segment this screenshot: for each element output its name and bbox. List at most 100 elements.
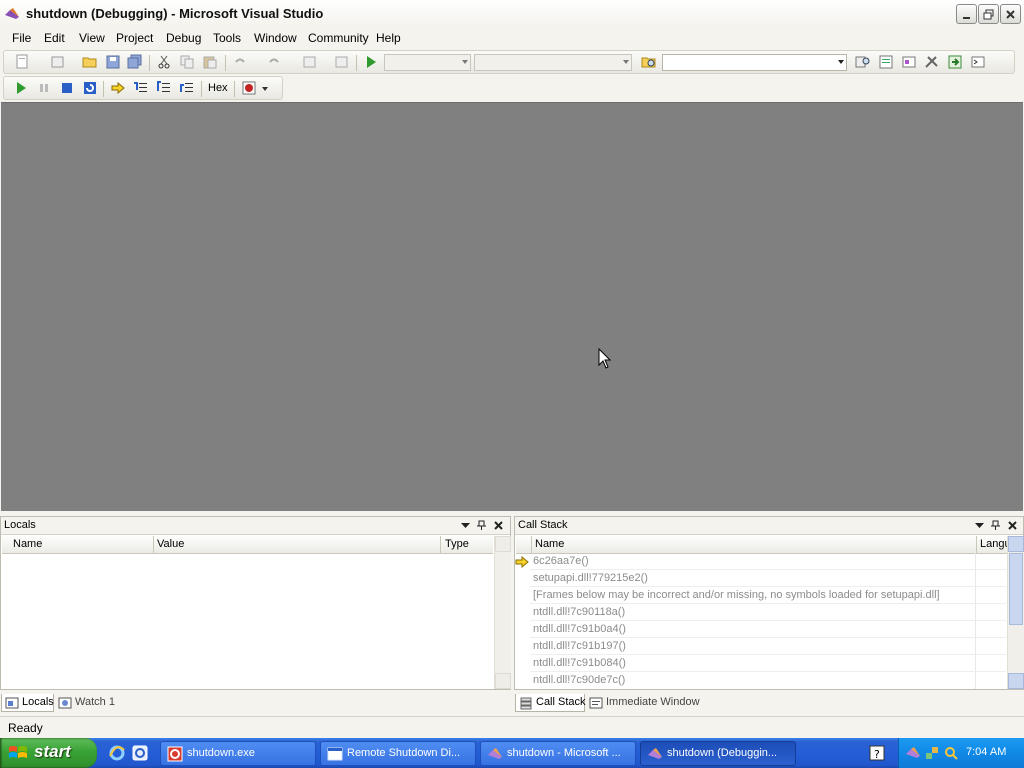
menu-window[interactable]: Window <box>254 31 297 45</box>
network-tray-icon[interactable] <box>924 745 940 761</box>
column-language[interactable]: Langu <box>980 538 1011 550</box>
toolbox-icon[interactable] <box>924 54 940 70</box>
tab-label: Watch 1 <box>75 696 115 708</box>
menu-view[interactable]: View <box>79 31 105 45</box>
task-label: Remote Shutdown Di... <box>347 747 461 759</box>
scroll-up-button[interactable] <box>1008 536 1024 552</box>
window-position-dropdown-icon[interactable] <box>974 520 985 531</box>
start-page-icon[interactable] <box>947 54 963 70</box>
properties-window-icon[interactable] <box>878 54 894 70</box>
navigate-backward-icon[interactable] <box>302 54 318 70</box>
visual-studio-icon <box>488 748 502 759</box>
step-over-icon[interactable] <box>156 80 172 96</box>
tab-label: Call Stack <box>536 696 586 708</box>
auto-hide-pin-icon[interactable] <box>990 520 1001 531</box>
column-name[interactable]: Name <box>535 538 564 550</box>
column-divider[interactable] <box>976 536 977 553</box>
call-stack-row[interactable]: ntdll.dll!7c91b084() <box>533 655 626 672</box>
tab-locals[interactable]: Locals <box>1 694 54 712</box>
locals-vertical-scrollbar[interactable] <box>494 536 511 689</box>
solution-configuration-dropdown[interactable] <box>384 54 471 71</box>
step-out-icon[interactable] <box>179 80 195 96</box>
show-next-statement-icon[interactable] <box>110 80 126 96</box>
close-icon[interactable] <box>493 520 504 531</box>
find-in-files-icon[interactable] <box>641 54 657 70</box>
redo-icon[interactable] <box>266 54 282 70</box>
column-name[interactable]: Name <box>13 538 42 550</box>
tab-watch-1[interactable]: Watch 1 <box>55 694 125 712</box>
tab-immediate-window[interactable]: Immediate Window <box>586 694 702 712</box>
column-divider[interactable] <box>440 536 441 553</box>
column-divider[interactable] <box>153 536 154 553</box>
call-stack-row[interactable]: ntdll.dll!7c90de7c() <box>533 672 625 689</box>
restore-button[interactable] <box>978 4 999 24</box>
call-stack-row[interactable]: ntdll.dll!7c91b197() <box>533 638 626 655</box>
taskbar-button-vs-debugging[interactable]: shutdown (Debuggin... <box>640 741 796 766</box>
scroll-down-button[interactable] <box>1008 673 1024 689</box>
help-icon[interactable]: ? <box>868 744 886 762</box>
taskbar-button-shutdown-exe[interactable]: shutdown.exe <box>160 741 316 766</box>
menu-help[interactable]: Help <box>376 31 401 45</box>
window-position-dropdown-icon[interactable] <box>460 520 471 531</box>
menu-file[interactable]: File <box>12 31 31 45</box>
step-into-icon[interactable] <box>133 80 149 96</box>
save-all-icon[interactable] <box>127 54 143 70</box>
menu-debug[interactable]: Debug <box>166 31 201 45</box>
tab-label: Immediate Window <box>606 696 700 708</box>
window-icon <box>327 747 343 761</box>
visual-studio-tray-icon[interactable] <box>905 745 921 761</box>
call-stack-row[interactable]: ntdll.dll!7c91b0a4() <box>533 621 626 638</box>
object-browser-icon[interactable] <box>901 54 917 70</box>
current-frame-arrow-icon <box>515 556 529 568</box>
break-all-icon[interactable] <box>36 80 52 96</box>
chevron-down-icon[interactable] <box>262 87 268 91</box>
column-type[interactable]: Type <box>445 538 469 550</box>
quick-launch-icon[interactable] <box>131 744 149 762</box>
taskbar-button-vs[interactable]: shutdown - Microsoft ... <box>480 741 636 766</box>
scroll-thumb[interactable] <box>1009 553 1023 625</box>
column-value[interactable]: Value <box>157 538 184 550</box>
close-icon[interactable] <box>1007 520 1018 531</box>
new-project-icon[interactable] <box>14 54 30 70</box>
call-stack-row[interactable]: 6c26aa7e() <box>533 553 589 570</box>
auto-hide-pin-icon[interactable] <box>476 520 487 531</box>
stop-debugging-icon[interactable] <box>59 80 75 96</box>
taskbar-button-remote-shutdown[interactable]: Remote Shutdown Di... <box>320 741 476 766</box>
minimize-button[interactable] <box>956 4 977 24</box>
continue-icon[interactable] <box>13 80 29 96</box>
copy-icon[interactable] <box>179 54 195 70</box>
tab-call-stack[interactable]: Call Stack <box>515 694 586 712</box>
search-tray-icon[interactable] <box>943 745 959 761</box>
call-stack-row[interactable]: [Frames below may be incorrect and/or mi… <box>533 587 940 604</box>
restart-icon[interactable] <box>82 80 98 96</box>
menu-tools[interactable]: Tools <box>213 31 241 45</box>
pane-title: Locals <box>4 519 36 531</box>
breakpoints-window-icon[interactable] <box>241 80 257 96</box>
call-stack-row[interactable]: ntdll.dll!7c90118a() <box>533 604 625 621</box>
undo-icon[interactable] <box>232 54 248 70</box>
close-button[interactable] <box>1000 4 1021 24</box>
call-stack-vertical-scrollbar[interactable] <box>1007 536 1024 689</box>
paste-icon[interactable] <box>202 54 218 70</box>
add-item-icon[interactable] <box>50 54 66 70</box>
menu-edit[interactable]: Edit <box>44 31 65 45</box>
call-stack-row[interactable]: setupapi.dll!779215e2() <box>533 570 648 587</box>
solution-explorer-icon[interactable] <box>855 54 871 70</box>
toolbar-separator <box>225 55 226 71</box>
command-window-icon[interactable] <box>970 54 986 70</box>
menu-project[interactable]: Project <box>116 31 153 45</box>
find-combo[interactable] <box>662 54 847 71</box>
internet-explorer-icon[interactable] <box>108 744 126 762</box>
scroll-up-button[interactable] <box>495 536 511 552</box>
navigate-forward-icon[interactable] <box>334 54 350 70</box>
start-debugging-icon[interactable] <box>363 54 379 70</box>
solution-platform-dropdown[interactable] <box>474 54 632 71</box>
locals-icon <box>5 697 19 709</box>
hex-display-button[interactable]: Hex <box>208 82 228 94</box>
open-folder-icon[interactable] <box>82 54 98 70</box>
scroll-down-button[interactable] <box>495 673 511 689</box>
menu-community[interactable]: Community <box>308 31 369 45</box>
save-icon[interactable] <box>105 54 121 70</box>
call-stack-icon <box>520 697 532 710</box>
cut-icon[interactable] <box>156 54 172 70</box>
